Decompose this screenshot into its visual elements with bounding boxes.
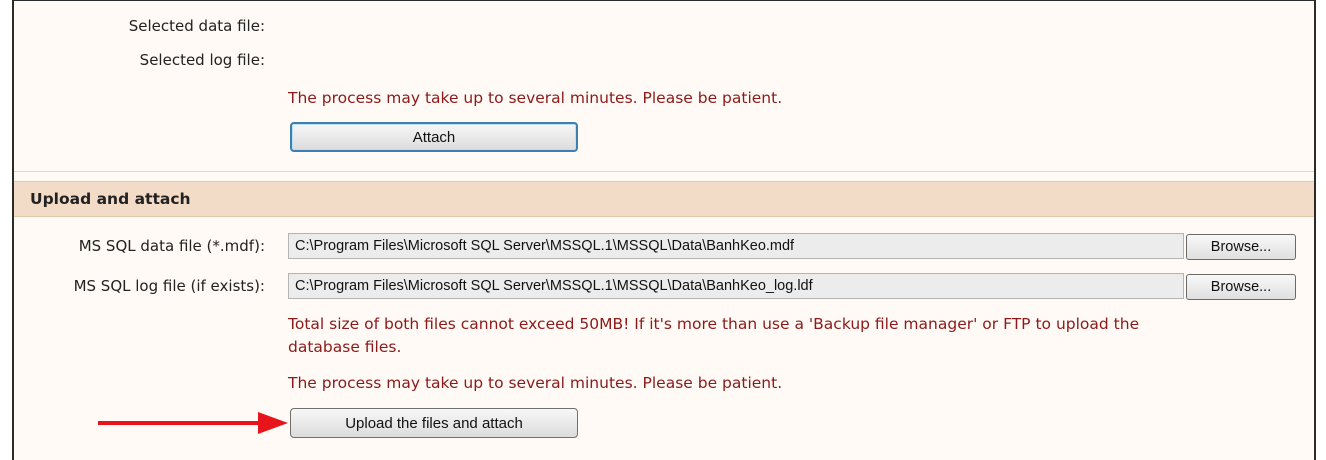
attach-button[interactable]: Attach: [290, 122, 578, 152]
size-limit-note-line1: Total size of both files cannot exceed 5…: [288, 315, 1140, 333]
section-divider: [14, 171, 1314, 172]
data-file-input[interactable]: C:\Program Files\Microsoft SQL Server\MS…: [288, 233, 1184, 259]
red-arrow-right-icon: [98, 412, 288, 434]
size-limit-note-line2: database files.: [288, 338, 402, 356]
upload-and-attach-button[interactable]: Upload the files and attach: [290, 408, 578, 438]
log-file-label: MS SQL log file (if exists):: [73, 277, 265, 295]
log-file-browse-button[interactable]: Browse...: [1186, 274, 1296, 300]
selected-data-file-label: Selected data file:: [128, 17, 265, 35]
attach-patience-note: The process may take up to several minut…: [288, 89, 783, 107]
data-file-browse-button[interactable]: Browse...: [1186, 234, 1296, 260]
selected-log-file-label: Selected log file:: [139, 51, 265, 69]
upload-and-attach-title: Upload and attach: [30, 190, 191, 208]
log-file-input[interactable]: C:\Program Files\Microsoft SQL Server\MS…: [288, 273, 1184, 299]
data-file-label: MS SQL data file (*.mdf):: [78, 237, 265, 255]
database-attach-panel: Selected data file: Selected log file: T…: [12, 0, 1316, 460]
upload-and-attach-header: Upload and attach: [14, 181, 1314, 217]
upload-patience-note: The process may take up to several minut…: [288, 374, 783, 392]
